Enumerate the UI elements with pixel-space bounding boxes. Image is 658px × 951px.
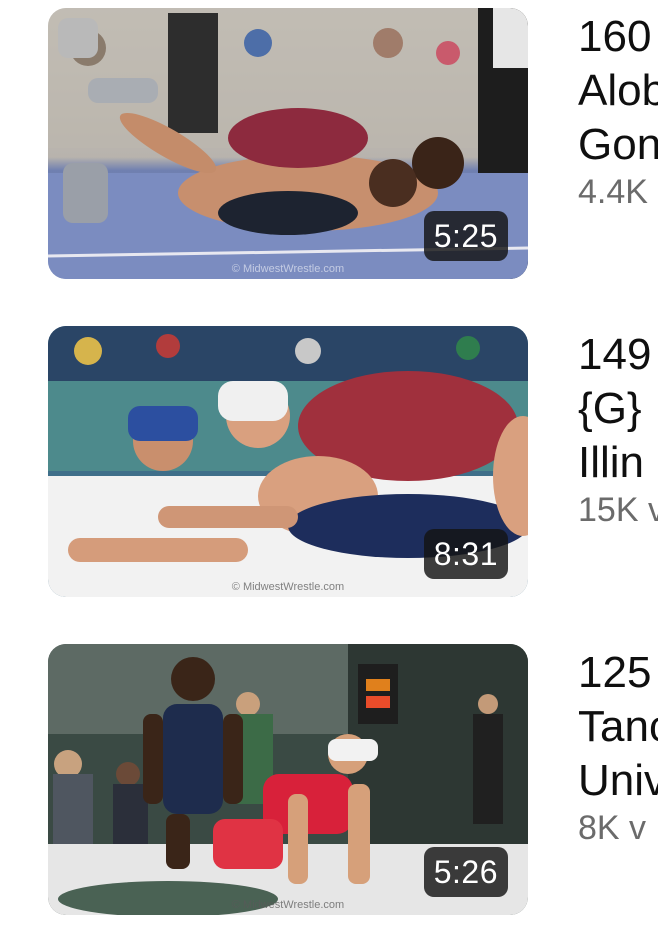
video-title-line: 160	[578, 12, 652, 61]
view-count: 4.4K	[578, 173, 648, 210]
video-meta[interactable]: 149 {G} Illin 15K v	[578, 328, 658, 528]
video-item[interactable]: © MidwestWrestle.com 5:26 125 Tanc Univ …	[0, 644, 658, 916]
video-meta[interactable]: 125 Tanc Univ 8K v	[578, 646, 658, 846]
view-count: 8K v	[578, 809, 647, 846]
video-title-line: Alob	[578, 66, 658, 115]
watermark: © MidwestWrestle.com	[231, 263, 345, 275]
video-title-line: 149	[578, 330, 652, 379]
video-thumbnail[interactable]: © MidwestWrestle.com 5:26	[48, 644, 528, 915]
duration-badge: 5:25	[423, 211, 508, 261]
video-meta[interactable]: 160 Alob Gon 4.4K	[578, 10, 658, 210]
view-count: 15K v	[578, 491, 658, 528]
watermark: © MidwestWrestle.com	[231, 899, 345, 911]
video-item[interactable]: © MidwestWrestle.com 5:25 160 Alob Gon 4…	[0, 8, 658, 280]
duration-badge: 5:26	[423, 847, 508, 897]
video-feed: © MidwestWrestle.com 5:25 160 Alob Gon 4…	[0, 0, 658, 951]
video-title-line: {G}	[578, 384, 642, 433]
watermark: © MidwestWrestle.com	[231, 581, 345, 593]
video-title-line: 125	[578, 648, 652, 697]
video-item[interactable]: © MidwestWrestle.com 8:31 149 {G} Illin …	[0, 326, 658, 598]
video-title-line: Illin	[578, 438, 645, 487]
video-thumbnail[interactable]: © MidwestWrestle.com 8:31	[48, 326, 528, 597]
video-title-line: Gon	[578, 120, 658, 169]
duration-badge: 8:31	[423, 529, 508, 579]
video-thumbnail[interactable]: © MidwestWrestle.com 5:25	[48, 8, 528, 279]
video-title-line: Tanc	[578, 702, 658, 751]
video-title-line: Univ	[578, 756, 658, 805]
